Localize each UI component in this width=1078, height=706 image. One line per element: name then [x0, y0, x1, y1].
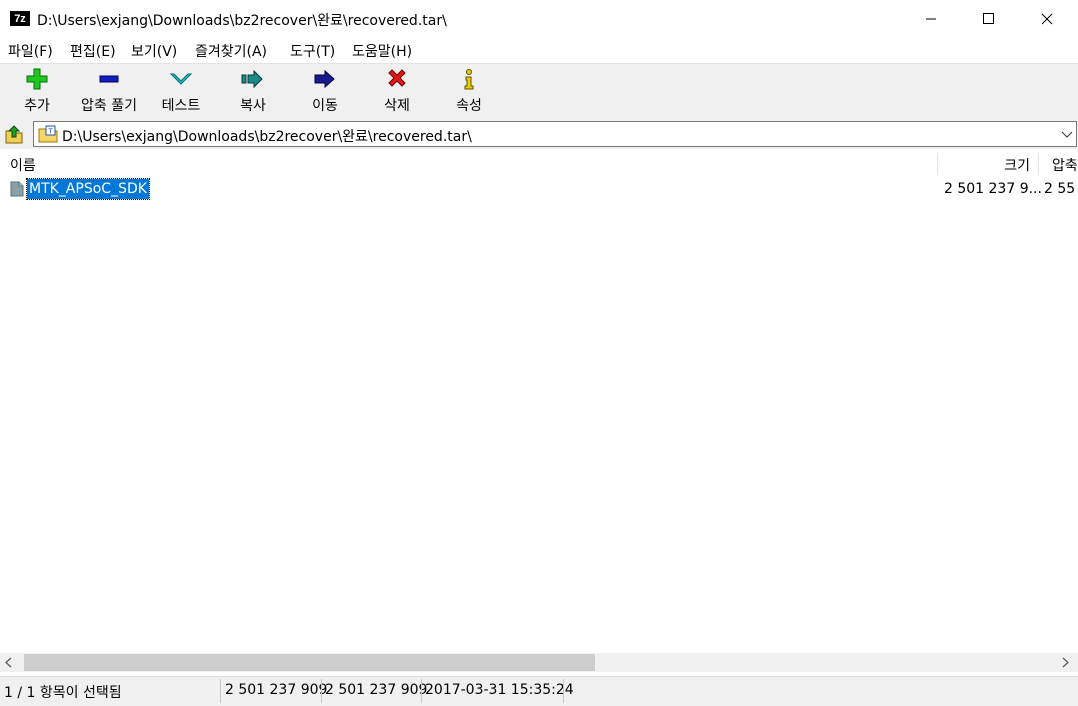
- minimize-button[interactable]: [902, 0, 960, 38]
- maximize-icon: [983, 13, 994, 24]
- status-size: 2 501 237 909: [225, 682, 328, 698]
- move-button[interactable]: 이동: [290, 68, 360, 118]
- toolbar: 추가 압축 풀기 테스트 복사 이동 삭제 속성: [0, 63, 1078, 120]
- file-packed-size: 2 55: [1044, 181, 1076, 197]
- status-divider: [563, 679, 564, 703]
- menu-help[interactable]: 도움말(H): [352, 41, 412, 61]
- test-label: 테스트: [161, 98, 201, 114]
- address-bar: T D:\Users\exjang\Downloads\bz2recover\완…: [0, 119, 1078, 149]
- file-size: 2 501 237 9...: [944, 181, 1042, 197]
- menu-edit[interactable]: 편집(E): [70, 41, 116, 61]
- scroll-right-icon[interactable]: [1060, 657, 1070, 668]
- column-divider[interactable]: [1038, 153, 1039, 175]
- status-modified: 2017-03-31 15:35:24: [425, 682, 574, 698]
- scroll-left-icon[interactable]: [4, 657, 14, 668]
- app-7zip-icon: 7z: [10, 11, 30, 26]
- status-divider: [321, 679, 322, 703]
- status-bar: 1 / 1 항목이 선택됨 2 501 237 909 2 501 237 90…: [0, 676, 1078, 706]
- x-icon: [388, 69, 406, 87]
- maximize-button[interactable]: [960, 0, 1018, 38]
- horizontal-scrollbar[interactable]: [0, 653, 1078, 672]
- close-icon: [1041, 13, 1053, 25]
- close-button[interactable]: [1018, 0, 1076, 38]
- file-icon: [10, 181, 24, 197]
- menu-file[interactable]: 파일(F): [8, 41, 53, 61]
- status-packed-size: 2 501 237 909: [325, 682, 428, 698]
- properties-label: 속성: [456, 98, 482, 114]
- double-arrow-icon: [241, 69, 263, 89]
- address-path[interactable]: D:\Users\exjang\Downloads\bz2recover\완료\…: [62, 126, 472, 146]
- info-icon: [464, 69, 474, 90]
- column-packed-size[interactable]: 압축: [1052, 155, 1078, 175]
- column-header-row: 이름 크기 압축: [0, 150, 1078, 176]
- menu-bar: 파일(F) 편집(E) 보기(V) 즐겨찾기(A) 도구(T) 도움말(H): [0, 38, 1078, 62]
- minimize-icon: [926, 18, 936, 20]
- archive-folder-icon: T: [38, 125, 58, 143]
- chevron-down-icon[interactable]: [1061, 128, 1073, 140]
- status-selection: 1 / 1 항목이 선택됨: [4, 685, 122, 701]
- scrollbar-thumb[interactable]: [24, 654, 595, 671]
- column-name[interactable]: 이름: [10, 155, 36, 175]
- copy-label: 복사: [240, 98, 266, 114]
- menu-favorites[interactable]: 즐겨찾기(A): [195, 41, 267, 61]
- extract-label: 압축 풀기: [81, 98, 137, 114]
- column-size[interactable]: 크기: [938, 155, 1030, 175]
- arrow-right-icon: [314, 69, 335, 89]
- check-down-icon: [170, 73, 192, 85]
- up-folder-icon: [5, 125, 23, 144]
- minus-icon: [99, 75, 119, 83]
- menu-tools[interactable]: 도구(T): [290, 41, 335, 61]
- file-list[interactable]: 이름 크기 압축 MTK_APSoC_SDK 2 501 237 9... 2 …: [0, 150, 1078, 653]
- plus-icon: [26, 68, 48, 90]
- move-label: 이동: [312, 98, 338, 114]
- extract-button[interactable]: 압축 풀기: [74, 68, 144, 118]
- add-button[interactable]: 추가: [2, 68, 72, 118]
- delete-label: 삭제: [384, 98, 410, 114]
- copy-button[interactable]: 복사: [218, 68, 288, 118]
- menu-view[interactable]: 보기(V): [131, 41, 177, 61]
- window-title: D:\Users\exjang\Downloads\bz2recover\완료\…: [37, 13, 447, 29]
- add-label: 추가: [24, 98, 50, 114]
- title-bar: 7z D:\Users\exjang\Downloads\bz2recover\…: [0, 0, 1078, 38]
- file-name[interactable]: MTK_APSoC_SDK: [26, 178, 150, 200]
- delete-button[interactable]: 삭제: [362, 68, 432, 118]
- up-folder-button[interactable]: [3, 123, 25, 145]
- status-divider: [220, 679, 221, 703]
- properties-button[interactable]: 속성: [434, 68, 504, 118]
- test-button[interactable]: 테스트: [146, 68, 216, 118]
- table-row[interactable]: MTK_APSoC_SDK 2 501 237 9... 2 55: [0, 177, 1078, 201]
- status-divider: [421, 679, 422, 703]
- address-field[interactable]: T D:\Users\exjang\Downloads\bz2recover\완…: [33, 121, 1077, 147]
- svg-text:T: T: [47, 128, 53, 136]
